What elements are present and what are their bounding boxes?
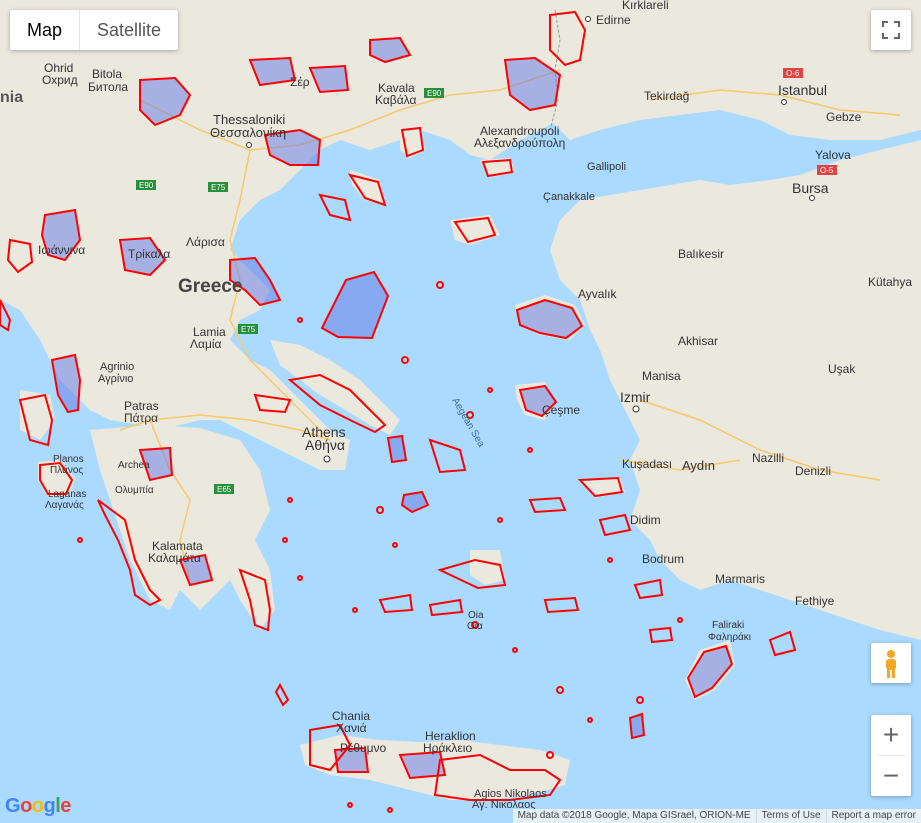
svg-text:Ολυμπία: Ολυμπία [115,484,154,496]
zoom-in-button[interactable]: + [871,715,911,755]
svg-text:Gallipoli: Gallipoli [587,161,626,173]
fullscreen-icon [882,21,900,39]
svg-text:Faliraki: Faliraki [712,620,744,631]
svg-text:Gebze: Gebze [826,110,862,124]
pegman-icon [886,650,896,678]
road-shield-e75-a: E75 [208,182,228,192]
map-type-map-button[interactable]: Map [10,10,79,50]
svg-text:Nazilli: Nazilli [752,451,784,465]
svg-text:E75: E75 [241,325,256,334]
region-polygon-paros [400,490,430,514]
svg-text:Охрид: Охрид [42,73,78,87]
svg-text:Kırklareli: Kırklareli [622,0,669,12]
zoom-control: + − [871,715,911,796]
svg-text:Planos: Planos [53,454,84,465]
svg-text:E75: E75 [211,183,226,192]
svg-text:Aydın: Aydın [682,458,715,473]
svg-text:Denizli: Denizli [795,464,831,478]
svg-text:Ηράκλειο: Ηράκλειο [423,741,472,755]
svg-text:Λάρισα: Λάρισα [186,235,225,249]
svg-text:Agrinio: Agrinio [100,361,134,373]
region-polygon-karpathos [628,712,646,740]
svg-text:Çanakkale: Çanakkale [543,191,595,203]
road-shield-e65: E65 [214,484,234,494]
svg-text:Αγρίνιο: Αγρίνιο [98,373,133,385]
svg-text:Aegean Sea: Aegean Sea [449,396,486,450]
svg-text:Bodrum: Bodrum [642,552,684,566]
svg-text:E65: E65 [217,485,232,494]
region-polygon-andros [386,434,408,464]
svg-text:Izmir: Izmir [620,389,651,405]
fullscreen-button[interactable] [871,10,911,50]
svg-text:Bitola: Bitola [92,67,122,81]
svg-text:Didim: Didim [630,513,661,527]
svg-text:Balıkesir: Balıkesir [678,247,724,261]
svg-text:Καβάλα: Καβάλα [375,93,416,107]
svg-text:E90: E90 [427,89,442,98]
svg-text:Ιωάννινα: Ιωάννινα [38,243,85,257]
svg-text:Edirne: Edirne [596,13,631,27]
svg-text:Akhisar: Akhisar [678,334,718,348]
svg-text:Φαληράκι: Φαληράκι [708,631,751,643]
svg-text:Καλαμάτα: Καλαμάτα [148,551,201,565]
svg-text:Fethiye: Fethiye [795,594,835,608]
svg-text:Λαγανάς: Λαγανάς [45,499,84,511]
svg-text:O-5: O-5 [820,166,834,175]
road-shield-e90-b: E90 [136,180,156,190]
region-polygon-rhodes [686,644,734,699]
road-shield-o5: O-5 [817,165,837,175]
map-data-attribution: Map data ©2018 Google, Mapa GISrael, ORI… [517,810,751,821]
svg-text:E90: E90 [139,181,154,190]
svg-text:Αθήνα: Αθήνα [305,437,345,453]
map-type-control: Map Satellite [10,10,179,50]
region-polygon-kefalonia [50,353,82,414]
svg-text:Kütahya: Kütahya [868,275,912,289]
svg-text:Θεσσαλονίκη: Θεσσαλονίκη [210,125,286,140]
google-logo[interactable]: Google [5,795,71,818]
svg-text:Çeşme: Çeşme [542,403,580,417]
svg-text:Πάτρα: Πάτρα [124,411,158,425]
svg-text:Oia: Oia [468,610,484,621]
terms-of-use-link[interactable]: Terms of Use [755,809,826,823]
zoom-out-button[interactable]: − [871,756,911,796]
anatolia [550,140,921,640]
svg-text:Kuşadası: Kuşadası [622,457,672,471]
region-polygon-aegean-large[interactable] [320,270,390,340]
svg-text:Ayvalık: Ayvalık [578,287,617,301]
svg-text:Istanbul: Istanbul [778,82,827,98]
svg-text:Manisa: Manisa [642,369,681,383]
road-shield-o6: O-6 [783,68,803,78]
map-type-satellite-button[interactable]: Satellite [79,10,178,50]
svg-text:Χανιά: Χανιά [336,721,367,735]
svg-text:Ρέθυμνο: Ρέθυμνο [340,741,387,755]
svg-text:Αλεξανδρούπολη: Αλεξανδρούπολη [474,136,565,150]
svg-text:Yalova: Yalova [815,148,851,162]
svg-text:Greece: Greece [178,276,242,297]
svg-text:Bursa: Bursa [792,180,829,196]
svg-text:Πλάνος: Πλάνος [50,464,83,476]
svg-text:Marmaris: Marmaris [715,572,765,586]
svg-text:Archea: Archea [118,460,150,471]
road-shield-e75-b: E75 [238,324,258,334]
svg-text:Οία: Οία [467,620,483,632]
street-view-pegman-button[interactable] [871,643,911,683]
svg-text:Tekirdağ: Tekirdağ [644,89,689,103]
svg-text:nia: nia [0,89,23,106]
svg-text:Σέρ: Σέρ [290,75,310,89]
map-canvas[interactable]: E90 E75 E90 E65 E75 O-6 O-5 Edirne Kırkl… [0,0,921,823]
svg-text:O-6: O-6 [786,69,800,78]
road-shield-e90-a: E90 [424,88,444,98]
svg-text:Uşak: Uşak [828,362,856,376]
svg-text:Битола: Битола [88,80,128,94]
map-footer: Map data ©2018 Google, Mapa GISrael, ORI… [512,809,921,823]
report-map-error-link[interactable]: Report a map error [825,809,921,823]
svg-text:Λαμία: Λαμία [190,337,222,351]
svg-text:Τρίκαλα: Τρίκαλα [128,247,170,261]
svg-text:Laganas: Laganas [48,489,86,500]
